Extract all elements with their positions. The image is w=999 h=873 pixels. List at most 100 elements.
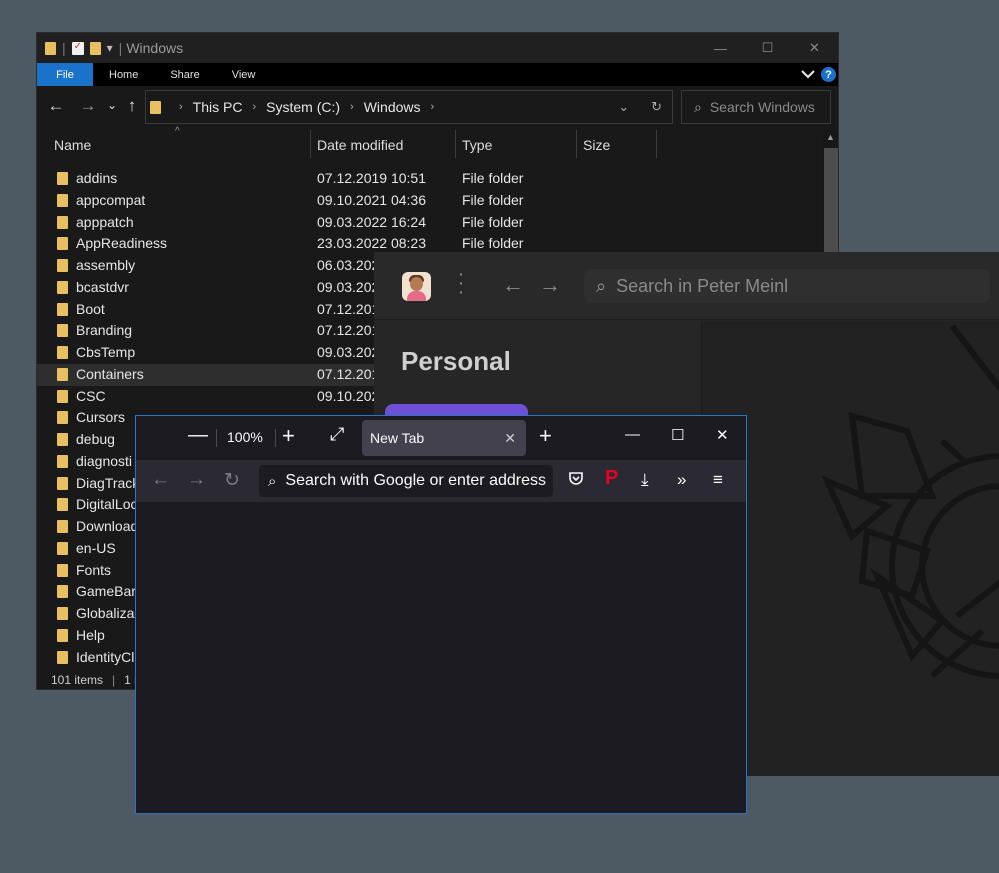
file-name[interactable]: assembly [76,257,135,273]
file-name[interactable]: Containers [76,366,144,382]
column-divider[interactable] [455,130,456,158]
ribbon-tabs: File Home Share View ? [37,63,838,86]
column-divider[interactable] [310,130,311,158]
toolbar-divider: | [118,40,123,56]
explorer-titlebar[interactable]: | ▾ | Windows — ☐ ✕ [37,33,838,63]
list-item[interactable]: appcompat 09.10.2021 04:36 File folder [37,190,823,212]
column-divider[interactable] [656,130,657,158]
more-options-icon[interactable]: · · · [456,264,466,302]
column-divider[interactable] [576,130,577,158]
expand-ribbon-icon[interactable] [801,68,815,82]
file-name[interactable]: diagnosti [76,453,132,469]
file-name[interactable]: DiagTrack [76,475,139,491]
ribbon-tab-file[interactable]: File [37,63,93,86]
url-placeholder: Search with Google or enter address [285,472,546,489]
new-tab-button[interactable]: + [539,423,552,449]
forward-arrow-icon[interactable]: → [539,272,561,298]
breadcrumb-this-pc[interactable]: This PC [193,99,243,115]
toolbar-divider [216,429,217,447]
avatar[interactable] [402,272,431,301]
file-name[interactable]: Help [76,627,105,643]
back-arrow-icon[interactable]: ← [502,272,524,298]
pinterest-icon[interactable]: P [605,467,618,490]
close-tab-icon[interactable]: ✕ [504,430,516,447]
column-header-size[interactable]: Size [583,137,610,153]
file-name[interactable]: bcastdvr [76,279,129,295]
minimize-button[interactable]: — [697,33,744,63]
help-icon[interactable]: ? [821,67,836,82]
file-name[interactable]: addins [76,170,117,186]
file-name[interactable]: AppReadiness [76,235,167,251]
file-name[interactable]: Fonts [76,562,111,578]
file-name[interactable]: CbsTemp [76,344,135,360]
file-name[interactable]: appcompat [76,192,145,208]
folder-icon [57,585,68,599]
app-search-input[interactable]: ⌕ Search in Peter Meinl [584,269,990,303]
downloads-icon[interactable]: ⤓ [641,470,649,490]
file-name[interactable]: apppatch [76,214,134,230]
ribbon-tab-view[interactable]: View [216,63,272,86]
scrollbar-thumb[interactable] [824,148,838,258]
tab-title: New Tab [370,430,425,446]
customize-toolbar-icon[interactable]: ▾ [107,41,113,55]
overflow-menu-icon[interactable]: » [677,470,686,490]
fullscreen-icon[interactable]: ⤢ [330,424,344,445]
file-name[interactable]: DigitalLoc [76,496,137,512]
file-name[interactable]: Cursors [76,409,125,425]
close-button[interactable]: ✕ [716,426,729,444]
new-folder-icon[interactable] [89,41,101,55]
pocket-icon[interactable] [568,470,584,491]
chevron-right-icon[interactable]: › [431,101,435,113]
column-header-date[interactable]: Date modified [317,137,403,153]
tab-new-tab[interactable]: New Tab ✕ [362,420,526,456]
back-arrow-icon[interactable]: ← [43,96,69,116]
reload-icon[interactable]: ↻ [224,469,240,492]
maximize-button[interactable]: ☐ [744,33,791,63]
file-name[interactable]: Globaliza [76,605,134,621]
hamburger-menu-icon[interactable]: ≡ [713,470,723,490]
back-arrow-icon[interactable]: ← [151,469,170,491]
refresh-icon[interactable]: ↻ [651,99,662,115]
zoom-level[interactable]: 100% [227,429,263,445]
file-name[interactable]: CSC [76,388,106,404]
list-item[interactable]: apppatch 09.03.2022 16:24 File folder [37,212,823,234]
column-header-type[interactable]: Type [462,137,492,153]
address-dropdown-icon[interactable]: ⌄ [618,99,629,115]
zoom-in-button[interactable]: + [282,423,295,449]
file-name[interactable]: GameBarl [76,583,139,599]
minimize-button[interactable]: — [625,426,640,443]
breadcrumb-windows[interactable]: Windows [364,99,421,115]
file-name[interactable]: Branding [76,322,132,338]
folder-icon [57,607,68,620]
properties-icon[interactable] [71,41,84,55]
firefox-window: — 100% + ⤢ New Tab ✕ + — ☐ ✕ ← → ↻ ⌕ Sea… [135,415,747,814]
chevron-right-icon[interactable]: › [350,101,354,113]
folder-icon [57,367,68,381]
folder-icon [57,563,68,577]
file-name[interactable]: en-US [76,540,116,556]
scroll-up-icon[interactable]: ▲ [826,132,835,142]
folder-icon [57,237,68,251]
ribbon-tab-share[interactable]: Share [154,63,215,86]
file-name[interactable]: debug [76,431,115,447]
chevron-right-icon[interactable]: › [179,101,183,113]
zoom-out-button[interactable]: — [188,424,208,447]
forward-arrow-icon[interactable]: → [75,96,101,116]
close-button[interactable]: ✕ [791,33,838,63]
folder-icon [57,302,68,316]
breadcrumb-system-c[interactable]: System (C:) [266,99,340,115]
ribbon-tab-home[interactable]: Home [93,63,154,86]
search-input[interactable]: ⌕ Search Windows [681,90,831,124]
list-item[interactable]: addins 07.12.2019 10:51 File folder [37,168,823,190]
up-arrow-icon[interactable]: ↑ [119,96,145,116]
file-name[interactable]: Boot [76,301,105,317]
maximize-button[interactable]: ☐ [671,426,684,444]
forward-arrow-icon[interactable]: → [187,469,206,491]
url-bar[interactable]: ⌕ Search with Google or enter address [259,465,553,497]
column-header-name[interactable]: Name [54,137,91,153]
chevron-right-icon[interactable]: › [252,101,256,113]
window-title: Windows [126,40,184,56]
file-name[interactable]: IdentityCl [76,649,134,665]
address-bar[interactable]: › This PC › System (C:) › Windows › ⌄ ↻ [145,90,673,124]
file-name[interactable]: Download [76,518,138,534]
